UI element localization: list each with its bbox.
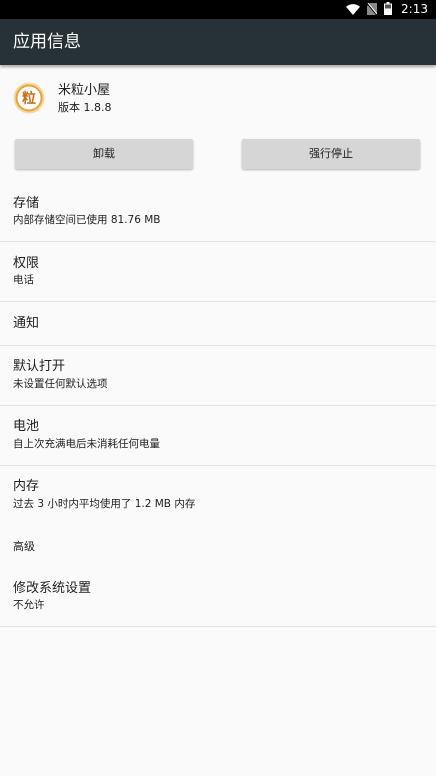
uninstall-button[interactable]: 卸载 xyxy=(15,139,193,169)
app-icon-glyph: 粒 xyxy=(22,90,36,107)
pref-permissions-title: 权限 xyxy=(13,256,40,271)
pref-storage[interactable]: 存储 内部存储空间已使用 81.76 MB xyxy=(0,183,436,241)
battery-icon xyxy=(384,0,393,19)
pref-notifications-title: 通知 xyxy=(13,316,40,331)
pref-battery[interactable]: 电池 自上次充满电后未消耗任何电量 xyxy=(0,406,436,465)
app-name: 米粒小屋 xyxy=(58,83,111,98)
status-bar: 2:13 xyxy=(0,0,436,19)
app-version: 版本 1.8.8 xyxy=(58,101,112,114)
app-icon: 粒 xyxy=(13,82,45,114)
pref-open-by-default-summary: 未设置任何默认选项 xyxy=(13,378,108,390)
app-header: 粒 米粒小屋 版本 1.8.8 xyxy=(0,66,436,132)
page-title: 应用信息 xyxy=(13,32,81,52)
pref-battery-title: 电池 xyxy=(13,419,40,434)
status-icons: 2:13 xyxy=(346,0,428,19)
pref-memory[interactable]: 内存 过去 3 小时内平均使用了 1.2 MB 内存 xyxy=(0,466,436,524)
pref-open-by-default[interactable]: 默认打开 未设置任何默认选项 xyxy=(0,346,436,405)
pref-storage-summary: 内部存储空间已使用 81.76 MB xyxy=(13,214,161,226)
pref-notifications[interactable]: 通知 xyxy=(0,302,436,345)
pref-modify-system-settings-title: 修改系统设置 xyxy=(13,581,92,596)
pref-memory-title: 内存 xyxy=(13,479,40,494)
no-sim-icon xyxy=(366,0,378,19)
divider xyxy=(0,626,436,627)
pref-modify-system-settings-summary: 不允许 xyxy=(13,599,45,611)
pref-memory-summary: 过去 3 小时内平均使用了 1.2 MB 内存 xyxy=(13,498,196,510)
category-advanced: 高级 xyxy=(13,540,35,553)
pref-storage-title: 存储 xyxy=(13,196,40,211)
pref-open-by-default-title: 默认打开 xyxy=(13,359,66,374)
status-time: 2:13 xyxy=(401,2,428,16)
pref-permissions-summary: 电话 xyxy=(13,274,34,286)
force-stop-button[interactable]: 强行停止 xyxy=(242,139,420,169)
wifi-icon xyxy=(346,0,361,19)
pref-modify-system-settings[interactable]: 修改系统设置 不允许 xyxy=(0,567,436,626)
app-bar: 应用信息 xyxy=(0,19,436,65)
pref-battery-summary: 自上次充满电后未消耗任何电量 xyxy=(13,438,160,450)
pref-permissions[interactable]: 权限 电话 xyxy=(0,242,436,301)
